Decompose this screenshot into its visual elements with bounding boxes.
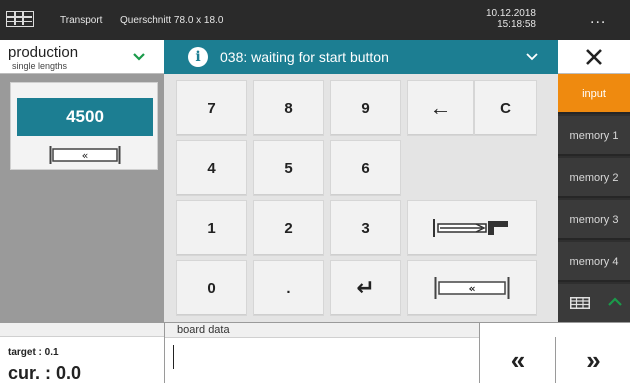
board-data-label: board data	[165, 323, 479, 338]
tab-memory-3[interactable]: memory 3	[558, 200, 630, 240]
key-4[interactable]: 4	[176, 140, 247, 196]
retract-key[interactable]: «	[407, 260, 537, 316]
tab-memory-4[interactable]: memory 4	[558, 242, 630, 282]
target-header	[0, 323, 164, 337]
value-box: 4500 «	[10, 82, 158, 170]
key-8[interactable]: 8	[253, 80, 324, 136]
chevron-down-icon	[526, 53, 538, 61]
bottom-bar: target : 0.1 cur. : 0.0 board data « »	[0, 322, 630, 383]
board-data-panel: board data	[164, 323, 480, 383]
key-6[interactable]: 6	[330, 140, 401, 196]
transport-label: Transport	[60, 15, 103, 26]
mode-subtitle: single lengths	[12, 61, 68, 71]
mode-title: production	[8, 44, 79, 61]
backspace-key[interactable]: ←	[407, 80, 474, 136]
status-bar[interactable]: i 038: waiting for start button	[164, 40, 558, 74]
key-9[interactable]: 9	[330, 80, 401, 136]
double-chevron-left-icon: «	[468, 282, 475, 295]
extend-key[interactable]	[407, 200, 537, 256]
time-label: 15:18:58	[497, 19, 536, 30]
cross-section-label: Querschnitt 78.0 x 18.0	[120, 15, 224, 26]
memory-panel: input memory 1 memory 2 memory 3 memory …	[558, 74, 630, 322]
value-display[interactable]: 4500	[17, 98, 153, 136]
chevron-down-icon	[133, 53, 145, 61]
info-icon: i	[188, 47, 208, 67]
key-7[interactable]: 7	[176, 80, 247, 136]
grid-menu-icon[interactable]	[6, 11, 34, 27]
key-3[interactable]: 3	[330, 200, 401, 256]
grid-icon[interactable]	[570, 297, 590, 309]
close-icon	[586, 49, 602, 65]
key-0[interactable]: 0	[176, 260, 247, 316]
tab-memory-1[interactable]: memory 1	[558, 116, 630, 156]
datetime: 10.12.2018 15:18:58	[480, 8, 536, 30]
decimal-key[interactable]: .	[253, 260, 324, 316]
top-bar: Transport Querschnitt 78.0 x 18.0 10.12.…	[0, 0, 630, 40]
tab-memory-2[interactable]: memory 2	[558, 158, 630, 198]
close-button[interactable]	[558, 40, 630, 74]
previous-button[interactable]: «	[481, 337, 556, 383]
next-button[interactable]: »	[556, 337, 630, 383]
clear-key[interactable]: C	[474, 80, 537, 136]
tab-input[interactable]: input	[558, 74, 630, 114]
date-label: 10.12.2018	[485, 8, 536, 19]
target-value: target : 0.1	[8, 347, 59, 358]
retract-icon: «	[434, 277, 510, 299]
mode-selector[interactable]: production single lengths	[0, 40, 164, 74]
current-value: cur. : 0.0	[8, 363, 82, 383]
chevron-up-icon[interactable]	[608, 297, 622, 307]
enter-key[interactable]: ↵	[330, 260, 401, 316]
left-panel: 4500 «	[0, 74, 164, 322]
key-1[interactable]: 1	[176, 200, 247, 256]
key-2[interactable]: 2	[253, 200, 324, 256]
retract-button[interactable]: «	[49, 146, 121, 164]
double-chevron-left-icon: «	[82, 149, 89, 162]
numeric-keypad: 7 8 9 ← C 4 5 6 1 2 3 0 . ↵ «	[164, 74, 558, 322]
status-message: 038: waiting for start button	[220, 49, 389, 65]
key-5[interactable]: 5	[253, 140, 324, 196]
stop-extend-icon	[433, 219, 508, 237]
memory-footer	[558, 284, 630, 322]
more-menu-button[interactable]: ...	[590, 10, 606, 28]
board-data-input[interactable]	[173, 345, 469, 369]
